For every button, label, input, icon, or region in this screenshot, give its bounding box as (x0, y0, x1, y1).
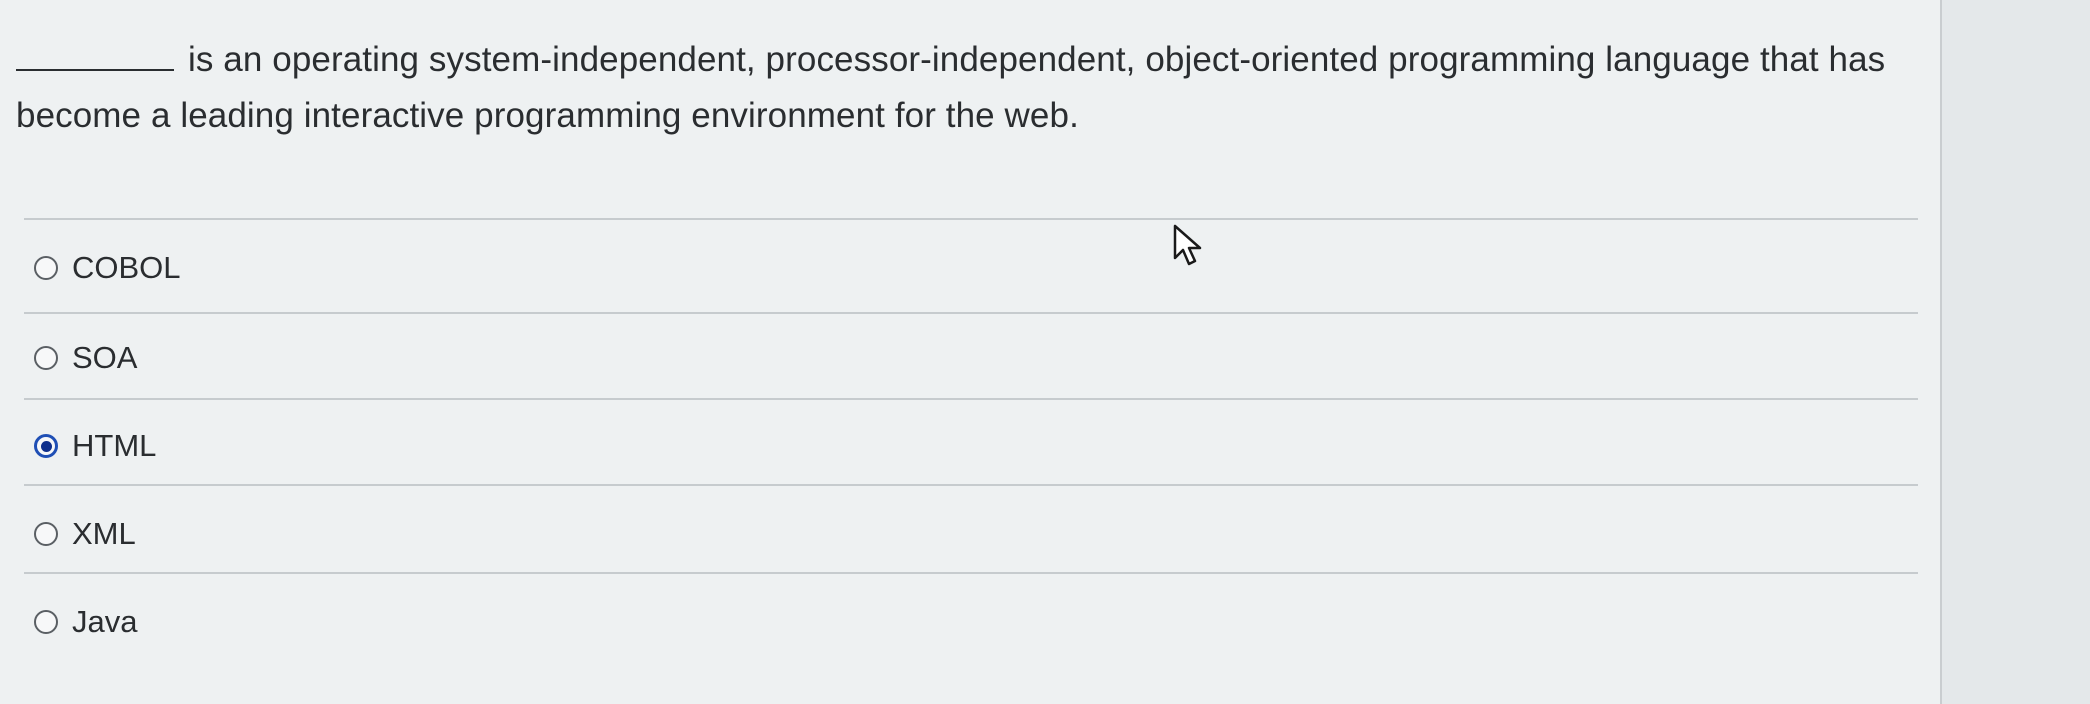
option-xml[interactable]: XML (34, 504, 136, 564)
option-cobol[interactable]: COBOL (34, 238, 181, 298)
question-prompt: is an operating system-independent, proc… (16, 32, 1936, 144)
option-html[interactable]: HTML (34, 416, 156, 476)
radio-button-xml[interactable] (34, 522, 58, 546)
option-label-cobol[interactable]: COBOL (72, 250, 181, 286)
question-panel: is an operating system-independent, proc… (0, 0, 1942, 704)
option-label-java[interactable]: Java (72, 604, 137, 640)
radio-button-html-selected[interactable] (34, 434, 58, 458)
option-label-xml[interactable]: XML (72, 516, 136, 552)
question-text: is an operating system-independent, proc… (16, 40, 1886, 135)
radio-button-cobol[interactable] (34, 256, 58, 280)
option-soa[interactable]: SOA (34, 328, 137, 388)
option-label-soa[interactable]: SOA (72, 340, 137, 376)
options-top-divider (24, 218, 1918, 220)
option-divider (24, 484, 1918, 486)
option-divider (24, 398, 1918, 400)
radio-button-soa[interactable] (34, 346, 58, 370)
arrow-pointer-icon (1173, 224, 1202, 266)
answer-blank (16, 35, 174, 71)
option-label-html[interactable]: HTML (72, 428, 156, 464)
option-java[interactable]: Java (34, 592, 137, 652)
option-divider (24, 572, 1918, 574)
option-divider (24, 312, 1918, 314)
radio-button-java[interactable] (34, 610, 58, 634)
